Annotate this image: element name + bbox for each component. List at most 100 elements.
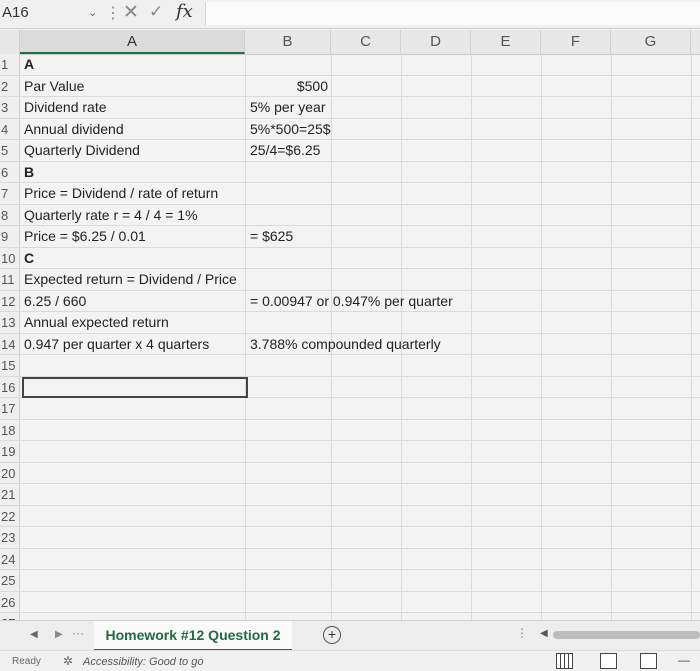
name-box-dropdown-icon[interactable]: ⌄ bbox=[88, 6, 97, 19]
page-layout-view-icon[interactable] bbox=[600, 653, 617, 669]
table-row: 18 bbox=[0, 419, 700, 441]
cell-a[interactable]: Dividend rate bbox=[24, 97, 107, 118]
row-header[interactable]: 13 bbox=[0, 312, 20, 333]
row-header[interactable]: 15 bbox=[0, 355, 20, 376]
column-header-a[interactable]: A bbox=[20, 30, 245, 54]
insert-function-icon[interactable]: fx bbox=[176, 1, 193, 22]
table-row: 4 Annual dividend 5%*500=25$ bbox=[0, 118, 700, 140]
row-header[interactable]: 11 bbox=[0, 269, 20, 290]
column-header-g[interactable]: G bbox=[611, 30, 691, 54]
cell-a[interactable]: Price = $6.25 / 0.01 bbox=[24, 226, 146, 247]
column-header-d[interactable]: D bbox=[401, 30, 471, 54]
row-header[interactable]: 19 bbox=[0, 441, 20, 462]
select-all-corner[interactable] bbox=[0, 30, 20, 54]
normal-view-icon[interactable] bbox=[556, 653, 573, 669]
more-options-icon[interactable]: ⋮ bbox=[105, 3, 121, 23]
row-header[interactable]: 21 bbox=[0, 484, 20, 505]
table-row: 6B bbox=[0, 161, 700, 183]
row-header[interactable]: 16 bbox=[0, 376, 20, 397]
horizontal-scrollbar[interactable] bbox=[553, 631, 700, 639]
row-header[interactable]: 1 bbox=[0, 54, 20, 75]
table-row: 11 Expected return = Dividend / Price bbox=[0, 269, 700, 291]
row-header[interactable]: 18 bbox=[0, 419, 20, 440]
cell-a[interactable]: Quarterly Dividend bbox=[24, 140, 140, 161]
row-header[interactable]: 8 bbox=[0, 204, 20, 225]
status-bar: Ready ✲ Accessibility: Good to go — bbox=[0, 650, 700, 671]
cell-a[interactable]: Par Value bbox=[24, 76, 84, 97]
cell-a[interactable]: B bbox=[24, 162, 34, 183]
row-header[interactable]: 6 bbox=[0, 161, 20, 182]
row-header[interactable]: 7 bbox=[0, 183, 20, 204]
cell-b[interactable]: 25/4=$6.25 bbox=[250, 140, 320, 161]
cell-a[interactable]: Quarterly rate r = 4 / 4 = 1% bbox=[24, 205, 198, 226]
row-header[interactable]: 20 bbox=[0, 462, 20, 483]
cell-a[interactable]: Expected return = Dividend / Price bbox=[24, 269, 237, 290]
active-cell-cursor[interactable] bbox=[22, 376, 248, 398]
row-header[interactable]: 17 bbox=[0, 398, 20, 419]
column-header-row: A B C D E F G bbox=[0, 30, 700, 55]
cell-b[interactable]: 5% per year bbox=[250, 97, 325, 118]
formula-bar: A16 ⌄ ⋮ ✕ ✓ fx bbox=[0, 0, 700, 29]
sheet-tab-bar: ◀ ▶ ··· Homework #12 Question 2 + ⋮ ◀ bbox=[0, 620, 700, 652]
more-sheets-icon[interactable]: ··· bbox=[72, 626, 84, 640]
name-box[interactable]: A16 bbox=[2, 4, 29, 21]
cell-b[interactable]: 3.788% compounded quarterly bbox=[250, 334, 441, 355]
table-row: 23 bbox=[0, 527, 700, 549]
next-sheet-icon[interactable]: ▶ bbox=[55, 629, 63, 640]
table-row: 26 bbox=[0, 591, 700, 613]
cell-b[interactable]: 5%*500=25$ bbox=[250, 119, 331, 140]
row-header[interactable]: 2 bbox=[0, 75, 20, 96]
cancel-icon[interactable]: ✕ bbox=[123, 1, 139, 24]
column-header-c[interactable]: C bbox=[331, 30, 401, 54]
accessibility-icon[interactable]: ✲ bbox=[63, 654, 73, 668]
cell-a[interactable]: C bbox=[24, 248, 34, 269]
scroll-left-icon[interactable]: ◀ bbox=[540, 628, 548, 639]
row-header[interactable]: 14 bbox=[0, 333, 20, 354]
row-header[interactable]: 4 bbox=[0, 118, 20, 139]
table-row: 1A bbox=[0, 54, 700, 76]
row-header[interactable]: 12 bbox=[0, 290, 20, 311]
table-row: 12 6.25 / 660 = 0.00947 or 0.947% per quar… bbox=[0, 290, 700, 312]
cell-a[interactable]: Annual expected return bbox=[24, 312, 169, 333]
cell-a[interactable]: A bbox=[24, 54, 34, 75]
cell-a[interactable]: 6.25 / 660 bbox=[24, 291, 86, 312]
table-row: 9 Price = $6.25 / 0.01 = $625 bbox=[0, 226, 700, 248]
table-row: 24 bbox=[0, 548, 700, 570]
cell-b[interactable]: = $625 bbox=[250, 226, 293, 247]
table-row: 20 bbox=[0, 462, 700, 484]
row-header[interactable]: 3 bbox=[0, 97, 20, 118]
previous-sheet-icon[interactable]: ◀ bbox=[30, 629, 38, 640]
cell-b[interactable]: $500 bbox=[297, 76, 328, 97]
add-sheet-icon[interactable]: + bbox=[323, 626, 341, 644]
row-header[interactable]: 26 bbox=[0, 591, 20, 612]
cell-b[interactable]: = 0.00947 or 0.947% per quarter bbox=[250, 291, 453, 312]
table-row: 15 bbox=[0, 355, 700, 377]
row-header[interactable]: 9 bbox=[0, 226, 20, 247]
sheet-tab-active[interactable]: Homework #12 Question 2 bbox=[94, 621, 292, 652]
worksheet-grid: A B C D E F G 1 A 2 Par Value $500 3 Dividend … bbox=[0, 30, 700, 635]
column-header-f[interactable]: F bbox=[541, 30, 611, 54]
row-header[interactable]: 23 bbox=[0, 527, 20, 548]
table-row: 14 0.947 per quarter x 4 quarters 3.788% c… bbox=[0, 333, 700, 355]
scroll-splitter-icon[interactable]: ⋮ bbox=[516, 626, 528, 640]
table-row: 21 bbox=[0, 484, 700, 506]
row-header[interactable]: 10 bbox=[0, 247, 20, 268]
enter-check-icon[interactable]: ✓ bbox=[149, 2, 163, 22]
page-break-view-icon[interactable] bbox=[640, 653, 657, 669]
row-header[interactable]: 5 bbox=[0, 140, 20, 161]
accessibility-status[interactable]: Accessibility: Good to go bbox=[83, 656, 203, 668]
row-header[interactable]: 25 bbox=[0, 570, 20, 591]
formula-input[interactable] bbox=[205, 2, 700, 25]
table-row: 10 C bbox=[0, 247, 700, 269]
table-row: 17 bbox=[0, 398, 700, 420]
cell-a[interactable]: 0.947 per quarter x 4 quarters bbox=[24, 334, 209, 355]
column-header-e[interactable]: E bbox=[471, 30, 541, 54]
row-header[interactable]: 24 bbox=[0, 548, 20, 569]
table-row: 19 bbox=[0, 441, 700, 463]
zoom-out-icon[interactable]: — bbox=[678, 653, 690, 667]
table-row: 22 bbox=[0, 505, 700, 527]
row-header[interactable]: 22 bbox=[0, 505, 20, 526]
cell-a[interactable]: Price = Dividend / rate of return bbox=[24, 183, 218, 204]
column-header-b[interactable]: B bbox=[245, 30, 331, 54]
cell-a[interactable]: Annual dividend bbox=[24, 119, 124, 140]
